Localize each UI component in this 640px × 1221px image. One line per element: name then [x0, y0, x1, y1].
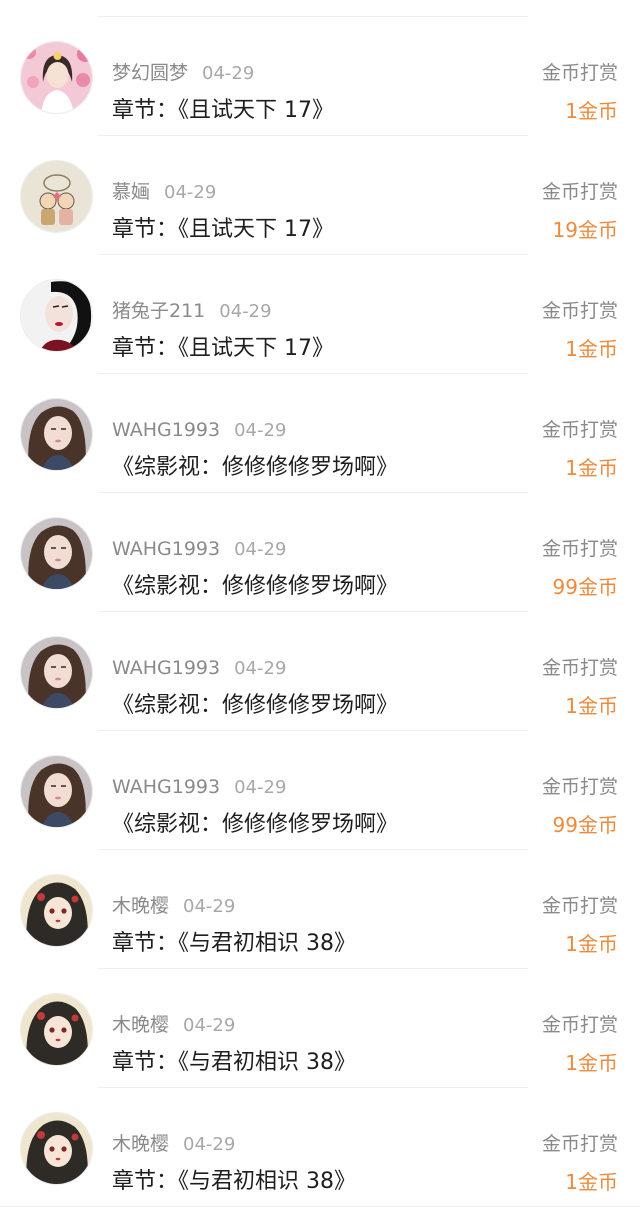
reward-amount: 1金币: [565, 1051, 618, 1075]
record-date: 04-29: [183, 896, 236, 917]
record-title[interactable]: 章节：《与君初相识 38》: [112, 1048, 356, 1078]
user-name[interactable]: 梦幻圆梦: [112, 62, 188, 84]
reward-record-row[interactable]: 木晚樱 04-29 章节：《与君初相识 38》 金币打赏 1金币: [0, 1088, 640, 1207]
reward-amount: 1金币: [565, 99, 618, 123]
reward-amount: 1金币: [565, 694, 618, 718]
record-date: 04-29: [183, 1015, 236, 1036]
record-meta: 木晚樱 04-29: [112, 1132, 235, 1157]
record-date: 04-29: [234, 658, 287, 679]
reward-type: 金币打赏: [541, 181, 618, 203]
reward-type: 金币打赏: [541, 657, 618, 679]
reward-record-row[interactable]: WAHG1993 04-29 《综影视：修修修修罗场啊》 金币打赏 99金币: [0, 731, 640, 850]
reward-type: 金币打赏: [541, 62, 618, 84]
record-date: 04-29: [234, 777, 287, 798]
record-date: 04-29: [234, 420, 287, 441]
record-date: 04-29: [183, 1134, 236, 1155]
avatar-woman-portrait-icon[interactable]: [20, 517, 93, 590]
reward-record-row[interactable]: 慕婳 04-29 章节：《且试天下 17》 金币打赏 19金币: [0, 136, 640, 255]
reward-type: 金币打赏: [541, 776, 618, 798]
record-title[interactable]: 《综影视：修修修修罗场啊》: [112, 691, 398, 721]
avatar-anime-girl-icon[interactable]: [20, 1112, 93, 1185]
user-name[interactable]: WAHG1993: [112, 419, 220, 441]
record-meta: WAHG1993 04-29: [112, 418, 286, 443]
reward-amount: 1金币: [565, 932, 618, 956]
reward-type: 金币打赏: [541, 1014, 618, 1036]
avatar-woman-portrait-icon[interactable]: [20, 398, 93, 471]
record-meta: 梦幻圆梦 04-29: [112, 61, 254, 86]
reward-record-row[interactable]: 梦幻圆梦 04-29 章节：《且试天下 17》 金币打赏 1金币: [0, 17, 640, 136]
reward-record-row[interactable]: 木晚樱 04-29 章节：《与君初相识 38》 金币打赏 1金币: [0, 850, 640, 969]
record-title[interactable]: 《综影视：修修修修罗场啊》: [112, 572, 398, 602]
reward-type: 金币打赏: [541, 419, 618, 441]
avatar-woman-portrait-icon[interactable]: [20, 636, 93, 709]
user-name[interactable]: 木晚樱: [112, 895, 169, 917]
avatar-anime-girl-icon[interactable]: [20, 993, 93, 1066]
avatar-woman-portrait-icon[interactable]: [20, 755, 93, 828]
reward-record-row[interactable]: 猪兔子211 04-29 章节：《且试天下 17》 金币打赏 1金币: [0, 255, 640, 374]
reward-record-row[interactable]: 木晚樱 04-29 章节：《与君初相识 38》 金币打赏 1金币: [0, 969, 640, 1088]
reward-amount: 99金币: [552, 813, 618, 837]
record-meta: WAHG1993 04-29: [112, 656, 286, 681]
reward-record-row[interactable]: WAHG1993 04-29 《综影视：修修修修罗场啊》 金币打赏 1金币: [0, 374, 640, 493]
user-name[interactable]: 猪兔子211: [112, 300, 205, 322]
record-title[interactable]: 章节：《且试天下 17》: [112, 96, 334, 126]
user-name[interactable]: 木晚樱: [112, 1014, 169, 1036]
record-meta: 木晚樱 04-29: [112, 894, 235, 919]
avatar-woman-red-lips-icon[interactable]: [20, 279, 93, 352]
user-name[interactable]: WAHG1993: [112, 538, 220, 560]
avatar-girl-pink-flowers-icon[interactable]: [20, 41, 93, 114]
record-date: 04-29: [234, 539, 287, 560]
reward-type: 金币打赏: [541, 300, 618, 322]
record-date: 04-29: [219, 301, 272, 322]
user-name[interactable]: WAHG1993: [112, 657, 220, 679]
reward-type: 金币打赏: [541, 538, 618, 560]
record-title[interactable]: 《综影视：修修修修罗场啊》: [112, 453, 398, 483]
reward-type: 金币打赏: [541, 1133, 618, 1155]
reward-type: 金币打赏: [541, 895, 618, 917]
record-title[interactable]: 《综影视：修修修修罗场啊》: [112, 810, 398, 840]
record-meta: 木晚樱 04-29: [112, 1013, 235, 1038]
record-date: 04-29: [202, 63, 255, 84]
reward-amount: 99金币: [552, 575, 618, 599]
reward-record-row[interactable]: WAHG1993 04-29 《综影视：修修修修罗场啊》 金币打赏 99金币: [0, 493, 640, 612]
reward-amount: 1金币: [565, 456, 618, 480]
avatar-cartoon-couple-icon[interactable]: [20, 160, 93, 233]
record-meta: WAHG1993 04-29: [112, 537, 286, 562]
record-meta: 慕婳 04-29: [112, 180, 216, 205]
user-name[interactable]: WAHG1993: [112, 776, 220, 798]
record-meta: 猪兔子211 04-29: [112, 299, 272, 324]
record-meta: WAHG1993 04-29: [112, 775, 286, 800]
avatar-anime-girl-icon[interactable]: [20, 874, 93, 947]
record-date: 04-29: [164, 182, 217, 203]
user-name[interactable]: 慕婳: [112, 181, 150, 203]
user-name[interactable]: 木晚樱: [112, 1133, 169, 1155]
record-title[interactable]: 章节：《且试天下 17》: [112, 215, 334, 245]
reward-amount: 1金币: [565, 337, 618, 361]
reward-amount: 1金币: [565, 1170, 618, 1194]
reward-amount: 19金币: [552, 218, 618, 242]
divider: [0, 1206, 640, 1207]
record-title[interactable]: 章节：《与君初相识 38》: [112, 929, 356, 959]
record-title[interactable]: 章节：《且试天下 17》: [112, 334, 334, 364]
record-title[interactable]: 章节：《与君初相识 38》: [112, 1167, 356, 1197]
reward-record-row[interactable]: WAHG1993 04-29 《综影视：修修修修罗场啊》 金币打赏 1金币: [0, 612, 640, 731]
